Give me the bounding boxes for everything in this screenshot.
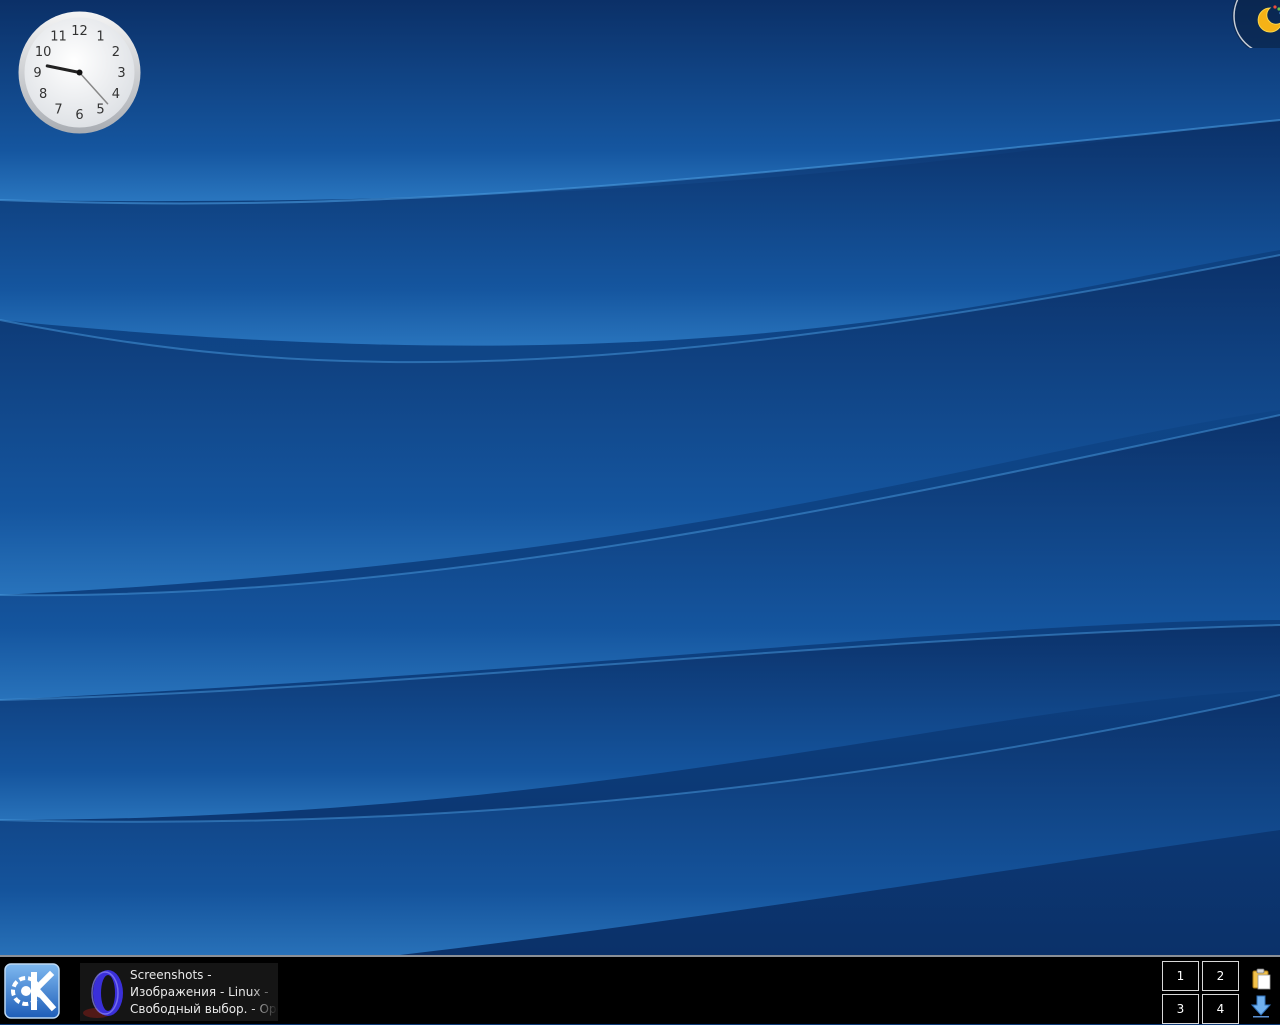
- pager-desktop-3[interactable]: 3: [1162, 994, 1199, 1024]
- clock-numeral-2: 2: [112, 45, 120, 60]
- plasma-corner-toolbox-icon[interactable]: [1228, 0, 1280, 48]
- wave-background: [0, 0, 1280, 955]
- clock-numeral-1: 1: [96, 30, 104, 45]
- pager-desktop-2[interactable]: 2: [1202, 961, 1239, 991]
- opera-icon: [83, 970, 123, 1018]
- clock-numeral-9: 9: [33, 66, 41, 81]
- clock-numeral-4: 4: [112, 87, 120, 102]
- taskbar-task-opera[interactable]: Screenshots - Изображения - Linux - Своб…: [80, 963, 278, 1021]
- clock-numeral-12: 12: [71, 24, 88, 39]
- desktop-pager: 1 2 3 4: [1162, 961, 1240, 1025]
- clock-numeral-3: 3: [117, 66, 125, 81]
- analog-clock-widget[interactable]: 12 12 3 45678 9 1011: [18, 11, 141, 134]
- download-arrow-icon[interactable]: [1250, 994, 1272, 1018]
- pager-desktop-4[interactable]: 4: [1202, 994, 1239, 1024]
- clock-numeral-8: 8: [39, 87, 47, 102]
- desktop-wallpaper: 12 1 2 3 4 5 6 7 8 9 10 11: [0, 0, 1280, 955]
- kde-logo-icon[interactable]: [4, 963, 60, 1019]
- clock-numeral-6: 6: [75, 108, 83, 123]
- clipboard-icon[interactable]: [1250, 966, 1272, 990]
- clock-numeral-11: 11: [50, 30, 67, 45]
- pager-desktop-1[interactable]: 1: [1162, 961, 1199, 991]
- clock-center: [76, 69, 83, 76]
- bottom-panel: Screenshots - Изображения - Linux - Своб…: [0, 955, 1280, 1024]
- clock-numeral-7: 7: [54, 102, 62, 117]
- clock-numeral-10: 10: [35, 45, 52, 60]
- clock-numeral-5: 5: [96, 102, 104, 117]
